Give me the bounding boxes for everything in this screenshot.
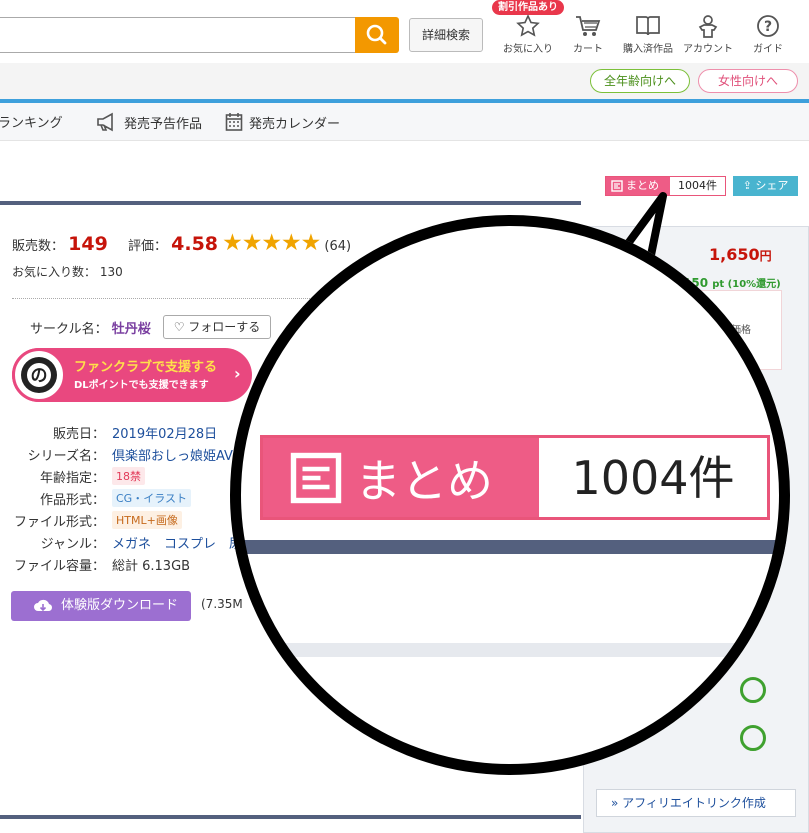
fanclub-avatar: の xyxy=(12,348,66,402)
share-button[interactable]: ⇪ シェア xyxy=(733,176,798,196)
guide-button[interactable]: ? ガイド xyxy=(744,14,792,58)
search-icon xyxy=(366,24,387,45)
chevron-right-icon: › xyxy=(234,364,241,383)
cart-icon xyxy=(576,16,601,36)
price-value: 1,650 xyxy=(709,245,760,264)
sales-row: 販売数： 149 評価： 4.58 ★★★★★ (64) xyxy=(12,230,351,256)
detail-value-text: 18禁 xyxy=(112,467,145,485)
nav-ranking[interactable]: ランキング xyxy=(0,112,63,131)
follow-label: フォローする xyxy=(188,320,261,334)
price-yen: 円 xyxy=(759,249,772,263)
fav-count: 130 xyxy=(99,265,123,279)
sale-badge: 割引作品あり xyxy=(492,0,564,15)
bottom-divider xyxy=(0,815,581,819)
double-chevron-icon: » xyxy=(611,796,619,810)
detail-value-text: 倶楽部おしっ娘姫AV xyxy=(112,449,233,464)
rating-label: 評価： xyxy=(127,239,167,254)
price: 1,650円 xyxy=(709,245,772,264)
nav-preorder-label: 発売予告作品 xyxy=(124,116,203,132)
megaphone-icon xyxy=(97,112,113,132)
all-ages-button[interactable]: 全年齢向けへ xyxy=(590,69,690,93)
purchased-label: 購入済作品 xyxy=(623,44,673,55)
available-circle-icon xyxy=(740,677,766,703)
calendar-icon xyxy=(225,113,243,131)
circle-row: サークル名： 牡丹桜 xyxy=(30,318,151,337)
search-input[interactable] xyxy=(0,17,356,53)
detail-value-text: 2019年02月28日 xyxy=(112,427,218,442)
svg-text:?: ? xyxy=(764,19,772,35)
rating-value: 4.58 xyxy=(171,233,219,255)
nav-preorder[interactable]: 発売予告作品 xyxy=(96,112,202,132)
detail-label: ジャンル： xyxy=(40,537,105,552)
detail-value[interactable]: メガネ コスプレ 尿 xyxy=(112,533,242,552)
favorites-label: お気に入り xyxy=(503,44,553,55)
account-label: アカウント xyxy=(683,44,733,55)
available-circle-icon xyxy=(740,725,766,751)
fav-label: お気に入り数： xyxy=(12,265,97,279)
favorites-button[interactable]: お気に入り xyxy=(500,14,556,58)
detail-value-text: 総計 6.13GB xyxy=(112,559,191,574)
affiliate-link-button[interactable]: » アフィリエイトリンク作成 xyxy=(596,789,796,817)
nav-calendar-label: 発売カレンダー xyxy=(249,116,341,132)
follow-button[interactable]: ♡ フォローする xyxy=(163,315,271,339)
fanclub-title: ファンクラブで支援する xyxy=(74,360,218,375)
trial-download-button[interactable]: 体験版ダウンロード xyxy=(11,591,191,621)
detail-value[interactable]: 倶楽部おしっ娘姫AV xyxy=(112,445,233,464)
cart-button[interactable]: カート xyxy=(566,14,610,58)
trial-label: 体験版ダウンロード xyxy=(61,598,179,613)
detail-value-text: メガネ コスプレ 尿 xyxy=(112,537,243,552)
female-button[interactable]: 女性向けへ xyxy=(698,69,798,93)
favorites-row: お気に入り数： 130 xyxy=(12,263,123,280)
purchased-button[interactable]: 購入済作品 xyxy=(620,14,676,58)
detail-label: ファイル容量： xyxy=(13,559,105,574)
detail-value: HTML+画像 xyxy=(112,511,182,529)
help-icon: ? xyxy=(757,15,779,37)
page: 詳細検索 割引作品あり お気に入り カート 購入済作品 アカウント ? ガイド … xyxy=(0,0,809,833)
section-divider xyxy=(0,201,581,205)
rating-stars: ★★★★★ xyxy=(222,230,321,256)
book-icon xyxy=(636,16,660,36)
detail-label: シリーズ名： xyxy=(27,449,105,464)
detail-value-text: HTML+画像 xyxy=(112,511,182,529)
account-button[interactable]: アカウント xyxy=(682,14,734,58)
nav-ranking-label: ランキング xyxy=(0,116,63,131)
circle-name[interactable]: 牡丹桜 xyxy=(112,322,151,337)
heart-icon: ♡ xyxy=(173,320,185,334)
detail-value[interactable]: 2019年02月28日 xyxy=(112,423,217,442)
cart-label: カート xyxy=(573,44,603,55)
star-icon xyxy=(516,14,540,37)
sales-label: 販売数： xyxy=(12,239,65,254)
svg-text:の: の xyxy=(31,366,48,386)
download-icon xyxy=(34,599,53,612)
detail-value: CG・イラスト xyxy=(112,489,191,507)
circle-label: サークル名： xyxy=(30,322,108,337)
guide-label: ガイド xyxy=(753,44,783,55)
share-label: シェア xyxy=(755,179,789,192)
detail-label: ファイル形式： xyxy=(13,515,105,530)
detail-value: 18禁 xyxy=(112,467,145,485)
affiliate-label: アフィリエイトリンク作成 xyxy=(622,796,766,810)
rating-count[interactable]: (64) xyxy=(324,239,351,254)
detail-label: 作品形式： xyxy=(39,493,105,508)
share-icon: ⇪ xyxy=(742,179,752,192)
detail-label: 年齢指定： xyxy=(39,471,105,486)
nav-calendar[interactable]: 発売カレンダー xyxy=(225,112,340,132)
magnifier-ring xyxy=(230,215,790,775)
sales-count: 149 xyxy=(68,233,108,255)
fanclub-sub: DLポイントでも支援できます xyxy=(74,380,209,391)
trial-size: (7.35M xyxy=(201,597,243,611)
advanced-search-button[interactable]: 詳細検索 xyxy=(409,18,483,52)
detail-value: 総計 6.13GB xyxy=(112,555,190,574)
search-button[interactable] xyxy=(355,17,399,53)
account-icon xyxy=(698,15,718,38)
fanclub-button[interactable]: の ファンクラブで支援する DLポイントでも支援できます › xyxy=(12,348,252,402)
points-note: pt (10%還元) xyxy=(712,279,781,290)
detail-label: 販売日： xyxy=(52,427,105,442)
detail-value-text: CG・イラスト xyxy=(112,489,191,507)
